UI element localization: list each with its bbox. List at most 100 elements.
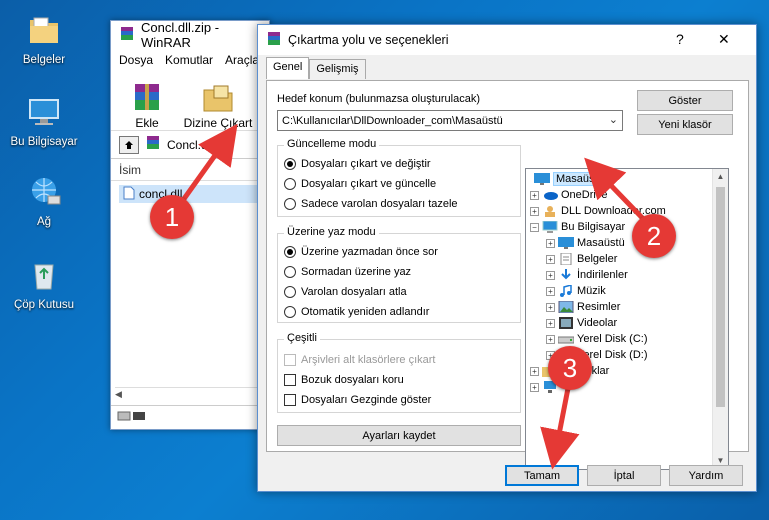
overwrite-option-rename[interactable]: Otomatik yeniden adlandır	[284, 306, 429, 318]
callout-badge-3: 3	[548, 346, 592, 390]
tree-node[interactable]: + Masaüstü	[546, 235, 625, 251]
update-mode-option-freshen[interactable]: Sadece varolan dosyaları tazele	[284, 198, 458, 210]
general-panel: Hedef konum (bulunmazsa oluşturulacak) C…	[266, 80, 749, 470]
tree-scrollbar[interactable]: ▲ ▼	[712, 169, 728, 469]
radio[interactable]	[284, 178, 296, 190]
menu-commands[interactable]: Komutlar	[165, 53, 213, 67]
column-header-name[interactable]: İsim	[111, 159, 269, 181]
overwrite-option-ask[interactable]: Üzerine yazmadan önce sor	[284, 246, 438, 258]
misc-group: Çeşitli Arşivleri alt klasörlere çıkart …	[277, 332, 521, 413]
desktop-icon-label: Bu Bilgisayar	[10, 136, 78, 148]
update-mode-option-extract-replace[interactable]: Dosyaları çıkart ve değiştir	[284, 158, 431, 170]
overwrite-mode-title: Üzerine yaz modu	[284, 226, 379, 238]
option-keep-broken[interactable]: Bozuk dosyaları koru	[284, 374, 404, 386]
desktop-icon-network[interactable]: Ağ	[2, 172, 86, 228]
desktop-icon-documents[interactable]: Belgeler	[2, 10, 86, 66]
tree-node-label: Belgeler	[577, 253, 618, 265]
extract-to-button[interactable]: Dizine Çıkart	[183, 82, 253, 130]
expand-icon[interactable]: +	[530, 206, 539, 216]
new-folder-button[interactable]: Yeni klasör	[637, 114, 733, 135]
option-label: Üzerine yazmadan önce sor	[301, 246, 438, 258]
option-label: Dosyaları çıkart ve değiştir	[301, 158, 431, 170]
tree-node[interactable]: − Bu Bilgisayar	[530, 219, 625, 235]
desktop-folder-icon	[534, 173, 550, 185]
overwrite-option-skip[interactable]: Varolan dosyaları atla	[284, 286, 407, 298]
save-settings-button[interactable]: Ayarları kaydet	[277, 425, 521, 446]
checkbox[interactable]	[284, 374, 296, 386]
archive-icon	[145, 135, 161, 154]
expand-icon[interactable]: +	[546, 254, 555, 264]
show-button[interactable]: Göster	[637, 90, 733, 111]
option-label: Otomatik yeniden adlandır	[301, 306, 430, 318]
winrar-app-icon	[266, 31, 282, 50]
checkbox[interactable]	[284, 394, 296, 406]
radio[interactable]	[284, 286, 296, 298]
winrar-hscroll[interactable]: ◀	[115, 387, 265, 401]
expand-icon[interactable]: +	[530, 190, 539, 200]
overwrite-option-without-prompt[interactable]: Sormadan üzerine yaz	[284, 266, 411, 278]
destination-path-combo[interactable]: C:\Kullanıcılar\DllDownloader_com\Masaüs…	[277, 110, 623, 131]
destination-path-value: C:\Kullanıcılar\DllDownloader_com\Masaüs…	[282, 114, 503, 127]
option-label: Sadece varolan dosyaları tazele	[301, 198, 458, 210]
folder-tree[interactable]: Masaüstü + OneDrive + DLL Downloader.com − Bu …	[525, 168, 729, 470]
tree-node[interactable]: + Resimler	[546, 299, 620, 315]
tree-node[interactable]: + Müzik	[546, 283, 606, 299]
expand-icon[interactable]: +	[530, 366, 539, 376]
expand-icon[interactable]: +	[546, 238, 555, 248]
option-label: Sormadan üzerine yaz	[301, 266, 412, 278]
menu-file[interactable]: Dosya	[119, 53, 153, 67]
expand-icon[interactable]: +	[546, 270, 555, 280]
add-label: Ekle	[135, 116, 159, 130]
radio-selected[interactable]	[284, 246, 296, 258]
tree-node-label: Resimler	[577, 301, 621, 313]
help-title-button[interactable]: ?	[676, 31, 684, 47]
desktop-icon-this-pc[interactable]: Bu Bilgisayar	[2, 92, 86, 148]
expand-icon[interactable]: +	[546, 302, 555, 312]
winrar-pathbar: Concl.dll.zip	[111, 131, 269, 159]
tab-advanced[interactable]: Gelişmiş	[309, 59, 366, 79]
tree-node[interactable]: + Belgeler	[546, 251, 617, 267]
file-row[interactable]: concl.dll	[119, 185, 261, 203]
radio[interactable]	[284, 198, 296, 210]
scroll-thumb[interactable]	[716, 187, 725, 407]
close-icon[interactable]: ✕	[718, 31, 730, 48]
tree-node[interactable]: + İndirilenler	[546, 267, 628, 283]
expand-icon[interactable]: +	[546, 334, 555, 344]
option-show-in-explorer[interactable]: Dosyaları Gezginde göster	[284, 394, 431, 406]
update-mode-option-extract-update[interactable]: Dosyaları çıkart ve güncelle	[284, 178, 436, 190]
file-icon	[123, 186, 135, 203]
tree-node[interactable]: + OneDrive	[530, 187, 607, 203]
help-button[interactable]: Yardım	[669, 465, 743, 486]
onedrive-icon	[542, 189, 558, 201]
expand-icon[interactable]: −	[530, 222, 539, 232]
chevron-down-icon[interactable]: ⌄	[609, 113, 618, 126]
cancel-button[interactable]: İptal	[587, 465, 661, 486]
add-button[interactable]: Ekle	[121, 82, 173, 130]
desktop-icon-recycle-bin[interactable]: Çöp Kutusu	[2, 255, 86, 311]
winrar-menubar: Dosya Komutlar Araçlar	[111, 49, 269, 71]
archive-path: Concl.dll.zip	[167, 137, 232, 152]
pictures-icon	[558, 300, 574, 314]
ok-button[interactable]: Tamam	[505, 465, 579, 486]
checkbox-disabled	[284, 354, 296, 366]
up-folder-button[interactable]	[119, 135, 139, 154]
radio-selected[interactable]	[284, 158, 296, 170]
radio[interactable]	[284, 266, 296, 278]
expand-icon[interactable]: +	[546, 318, 555, 328]
tree-node-label: Masaüstü	[577, 237, 625, 249]
tree-node[interactable]: + Yerel Disk (C:)	[546, 331, 648, 347]
desktop-icon-label: Ağ	[36, 216, 52, 228]
drive-icon	[557, 333, 575, 345]
folder-documents-icon	[24, 10, 64, 50]
tree-node[interactable]: Masaüstü	[534, 171, 607, 187]
radio[interactable]	[284, 306, 296, 318]
network-icon	[24, 172, 64, 212]
scroll-up-icon[interactable]: ▲	[713, 169, 728, 185]
expand-icon[interactable]: +	[546, 286, 555, 296]
computer-icon	[24, 92, 64, 132]
extract-to-label: Dizine Çıkart	[183, 116, 253, 130]
winrar-app-icon	[119, 26, 135, 45]
tab-general[interactable]: Genel	[266, 57, 310, 79]
tree-node[interactable]: + Videolar	[546, 315, 617, 331]
expand-icon[interactable]: +	[530, 382, 539, 392]
